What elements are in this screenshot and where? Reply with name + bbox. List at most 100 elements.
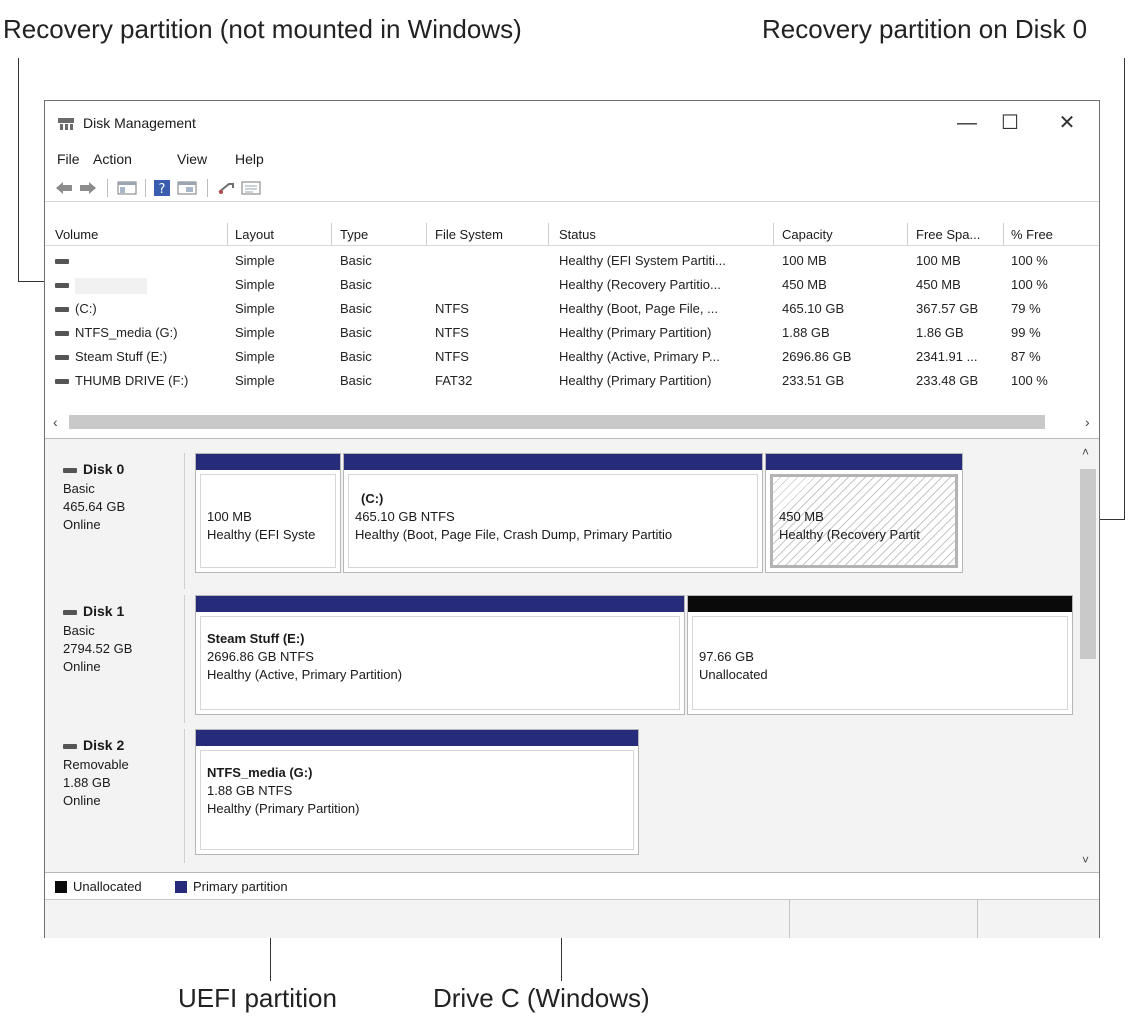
column-divider[interactable]: [907, 223, 908, 245]
percent-free-cell: 87 %: [1011, 349, 1041, 364]
capacity-cell: 2696.86 GB: [782, 349, 852, 364]
partition-size: 2696.86 GB NTFS: [207, 649, 314, 664]
vertical-scrollbar[interactable]: ˄ ˅: [1077, 439, 1099, 872]
header-status[interactable]: Status: [559, 227, 596, 242]
free-space-cell: 2341.91 ...: [916, 349, 978, 364]
disk-icon: [63, 743, 77, 749]
column-divider[interactable]: [227, 223, 228, 245]
horizontal-scrollbar[interactable]: ‹ ›: [45, 411, 1099, 433]
rescan-icon[interactable]: [217, 180, 237, 196]
partition-c[interactable]: (C:) 465.10 GB NTFS Healthy (Boot, Page …: [343, 453, 763, 573]
status-cell: Healthy (Boot, Page File, ...: [559, 301, 718, 316]
disk-row: Disk 1 Basic 2794.52 GB Online Steam Stu…: [45, 595, 1075, 723]
partition-title: NTFS_media (G:): [207, 765, 313, 780]
scroll-left-icon[interactable]: ‹: [53, 414, 58, 430]
table-row[interactable]: Simple Basic Healthy (EFI System Partiti…: [45, 249, 1099, 273]
layout-cell: Simple: [235, 253, 275, 268]
layout-cell: Simple: [235, 277, 275, 292]
menu-help[interactable]: Help: [235, 151, 264, 167]
disk-management-icon: [58, 118, 74, 130]
capacity-cell: 233.51 GB: [782, 373, 845, 388]
partition-body-selected: 450 MB Healthy (Recovery Partit: [770, 474, 958, 568]
percent-free-cell: 100 %: [1011, 277, 1048, 292]
minimize-button[interactable]: —: [947, 109, 987, 137]
svg-text:?: ?: [159, 182, 166, 196]
volume-name: Steam Stuff (E:): [55, 349, 167, 364]
capacity-cell: 1.88 GB: [782, 325, 830, 340]
disk-kind: Basic: [63, 481, 95, 496]
header-percent-free[interactable]: % Free: [1011, 227, 1053, 242]
partition-header-primary: [766, 454, 962, 470]
disk-label[interactable]: Disk 1 Basic 2794.52 GB Online: [49, 595, 185, 723]
partition-size: 465.10 GB NTFS: [355, 509, 455, 524]
header-type[interactable]: Type: [340, 227, 368, 242]
header-file-system[interactable]: File System: [435, 227, 503, 242]
table-row[interactable]: (C:) Simple Basic NTFS Healthy (Boot, Pa…: [45, 297, 1099, 321]
window-title: Disk Management: [83, 115, 196, 131]
file-system-cell: NTFS: [435, 325, 469, 340]
close-button[interactable]: ✕: [1047, 109, 1087, 137]
partition-recovery[interactable]: 450 MB Healthy (Recovery Partit: [765, 453, 963, 573]
column-divider[interactable]: [331, 223, 332, 245]
scroll-right-icon[interactable]: ›: [1085, 414, 1090, 430]
partition-steam-stuff[interactable]: Steam Stuff (E:) 2696.86 GB NTFS Healthy…: [195, 595, 685, 715]
toolbar-separator: [145, 179, 146, 197]
disk-management-window: Disk Management — ☐ ✕ File Action View H…: [44, 100, 1100, 938]
header-capacity[interactable]: Capacity: [782, 227, 833, 242]
partition-header-primary: [196, 454, 340, 470]
help-icon[interactable]: ?: [153, 180, 171, 196]
disk-size: 1.88 GB: [63, 775, 111, 790]
scroll-up-icon[interactable]: ˄: [1082, 445, 1089, 459]
leader-line-right-vertical: [1124, 58, 1125, 520]
scrollbar-thumb[interactable]: [1080, 469, 1096, 659]
disk-state: Online: [63, 793, 101, 808]
volume-table: Volume Layout Type File System Status Ca…: [45, 223, 1099, 435]
table-row[interactable]: Simple Basic Healthy (Recovery Partitio.…: [45, 273, 1099, 297]
capacity-cell: 465.10 GB: [782, 301, 845, 316]
properties-icon[interactable]: [177, 180, 197, 196]
scroll-down-icon[interactable]: ˅: [1082, 853, 1089, 867]
forward-icon[interactable]: [79, 180, 97, 196]
header-volume[interactable]: Volume: [55, 227, 98, 242]
disk-row: Disk 2 Removable 1.88 GB Online NTFS_med…: [45, 729, 1075, 863]
volume-icon: [55, 259, 69, 265]
partition-header-primary: [196, 596, 684, 612]
column-divider[interactable]: [1003, 223, 1004, 245]
disk-label[interactable]: Disk 0 Basic 465.64 GB Online: [49, 453, 185, 589]
menu-action[interactable]: Action: [93, 151, 132, 167]
disk-state: Online: [63, 517, 101, 532]
partition-header-unallocated: [688, 596, 1072, 612]
maximize-button[interactable]: ☐: [990, 109, 1030, 137]
table-row[interactable]: NTFS_media (G:) Simple Basic NTFS Health…: [45, 321, 1099, 345]
partition-ntfs-media[interactable]: NTFS_media (G:) 1.88 GB NTFS Healthy (Pr…: [195, 729, 639, 855]
scrollbar-thumb[interactable]: [69, 415, 1045, 429]
disk-size: 465.64 GB: [63, 499, 126, 514]
legend-swatch-primary: [175, 881, 187, 893]
table-row[interactable]: Steam Stuff (E:) Simple Basic NTFS Healt…: [45, 345, 1099, 369]
partition-unallocated[interactable]: 97.66 GB Unallocated: [687, 595, 1073, 715]
partition-body: Steam Stuff (E:) 2696.86 GB NTFS Healthy…: [200, 616, 680, 710]
detail-pane-icon[interactable]: [241, 180, 261, 196]
menu-file[interactable]: File: [57, 151, 80, 167]
header-layout[interactable]: Layout: [235, 227, 274, 242]
partition-status: Healthy (Primary Partition): [207, 801, 360, 816]
status-cell: Healthy (Primary Partition): [559, 325, 712, 340]
free-space-cell: 233.48 GB: [916, 373, 979, 388]
header-free-space[interactable]: Free Spa...: [916, 227, 980, 242]
column-divider[interactable]: [548, 223, 549, 245]
callout-uefi-partition: UEFI partition: [178, 983, 337, 1013]
column-divider[interactable]: [773, 223, 774, 245]
percent-free-cell: 79 %: [1011, 301, 1041, 316]
partition-header-primary: [344, 454, 762, 470]
partition-efi[interactable]: 100 MB Healthy (EFI Syste: [195, 453, 341, 573]
column-divider[interactable]: [426, 223, 427, 245]
type-cell: Basic: [340, 277, 372, 292]
console-tree-icon[interactable]: [117, 180, 137, 196]
disk-label[interactable]: Disk 2 Removable 1.88 GB Online: [49, 729, 185, 863]
menu-view[interactable]: View: [177, 151, 207, 167]
volume-icon: [55, 355, 69, 361]
menu-bar: File Action View Help: [45, 147, 1099, 171]
back-icon[interactable]: [55, 180, 73, 196]
title-bar: Disk Management — ☐ ✕: [45, 101, 1099, 145]
table-row[interactable]: THUMB DRIVE (F:) Simple Basic FAT32 Heal…: [45, 369, 1099, 393]
